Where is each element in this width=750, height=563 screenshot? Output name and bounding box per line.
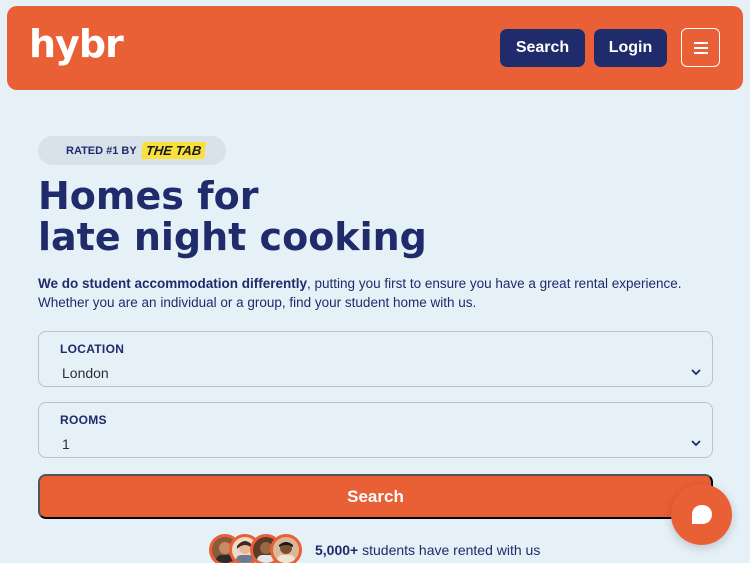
chevron-down-icon (691, 440, 701, 447)
rooms-value: 1 (62, 436, 70, 452)
search-button[interactable]: Search (38, 474, 713, 519)
page-title: Homes for late night cooking (38, 176, 427, 258)
chat-button[interactable] (671, 484, 732, 545)
title-line-1: Homes for (38, 174, 259, 218)
chat-bubble-icon (691, 504, 712, 524)
title-line-2: late night cooking (38, 215, 427, 259)
description-bold: We do student accommodation differently (38, 276, 308, 291)
hero-description: We do student accommodation differently,… (38, 274, 714, 312)
rated-text: RATED #1 BY (66, 144, 137, 157)
chevron-down-icon (691, 369, 701, 376)
login-button[interactable]: Login (594, 29, 667, 67)
rated-badge: RATED #1 BY THE TAB (38, 136, 226, 165)
avatar (270, 534, 302, 563)
header-search-button[interactable]: Search (500, 29, 585, 67)
menu-button[interactable] (681, 28, 720, 67)
rooms-select[interactable]: ROOMS 1 (38, 402, 713, 458)
hamburger-menu-icon (693, 41, 708, 54)
student-count: 5,000+ (315, 542, 359, 558)
logo[interactable]: hybr (29, 22, 124, 66)
rented-stat: 5,000+ students have rented with us (315, 542, 540, 558)
location-select[interactable]: LOCATION London (38, 331, 713, 387)
the-tab-logo: THE TAB (140, 142, 206, 159)
site-header: hybr Search Login (7, 6, 743, 90)
location-value: London (62, 365, 109, 381)
rooms-label: ROOMS (60, 413, 107, 427)
rented-text: students have rented with us (358, 542, 541, 558)
location-label: LOCATION (60, 342, 125, 356)
